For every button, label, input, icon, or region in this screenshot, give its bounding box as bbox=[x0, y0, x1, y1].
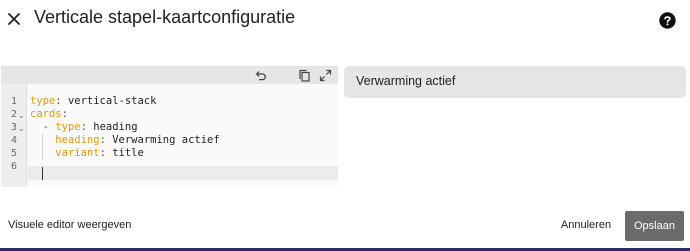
preview-heading-text: Verwarming actief bbox=[356, 74, 456, 88]
close-icon[interactable] bbox=[6, 11, 22, 27]
active-line-highlight bbox=[28, 166, 338, 180]
line-number: 3 bbox=[10, 122, 17, 133]
editor-toolbar bbox=[1, 67, 338, 84]
line-number: 1 bbox=[10, 96, 17, 107]
fullscreen-icon[interactable] bbox=[319, 69, 332, 82]
show-visual-editor-button[interactable]: Visuele editor weergeven bbox=[8, 219, 131, 231]
copy-icon[interactable] bbox=[298, 69, 311, 82]
code-line: - type: heading bbox=[42, 121, 138, 133]
fold-toggle-icon[interactable]: ⌄ bbox=[18, 111, 25, 120]
save-button[interactable]: Opslaan bbox=[625, 211, 684, 241]
code-line: heading: Verwarming actief bbox=[55, 134, 220, 146]
line-number: 2 bbox=[10, 109, 17, 120]
cancel-button[interactable]: Annuleren bbox=[555, 210, 617, 240]
code-line: cards: bbox=[30, 108, 68, 120]
code-line: type: vertical-stack bbox=[30, 95, 157, 107]
line-number: 4 bbox=[10, 135, 17, 146]
code-line: variant: title bbox=[55, 147, 144, 159]
fold-toggle-icon[interactable]: ⌄ bbox=[18, 124, 25, 133]
text-cursor bbox=[42, 167, 43, 180]
line-number: 5 bbox=[10, 148, 17, 159]
yaml-code-editor[interactable]: 1 2 3 4 5 6 ⌄ ⌄ type: vertical-stack car… bbox=[1, 66, 338, 187]
help-icon[interactable] bbox=[659, 12, 676, 29]
dialog-header: Verticale stapel-kaartconfiguratie bbox=[0, 0, 690, 40]
code-area[interactable]: type: vertical-stack cards: - type: head… bbox=[28, 84, 338, 187]
preview-heading-card: Verwarming actief bbox=[344, 66, 686, 98]
undo-icon[interactable] bbox=[254, 69, 267, 82]
line-number-gutter: 1 2 3 4 5 6 ⌄ ⌄ bbox=[1, 84, 27, 187]
line-number: 6 bbox=[10, 161, 17, 172]
dialog-title: Verticale stapel-kaartconfiguratie bbox=[34, 7, 296, 27]
